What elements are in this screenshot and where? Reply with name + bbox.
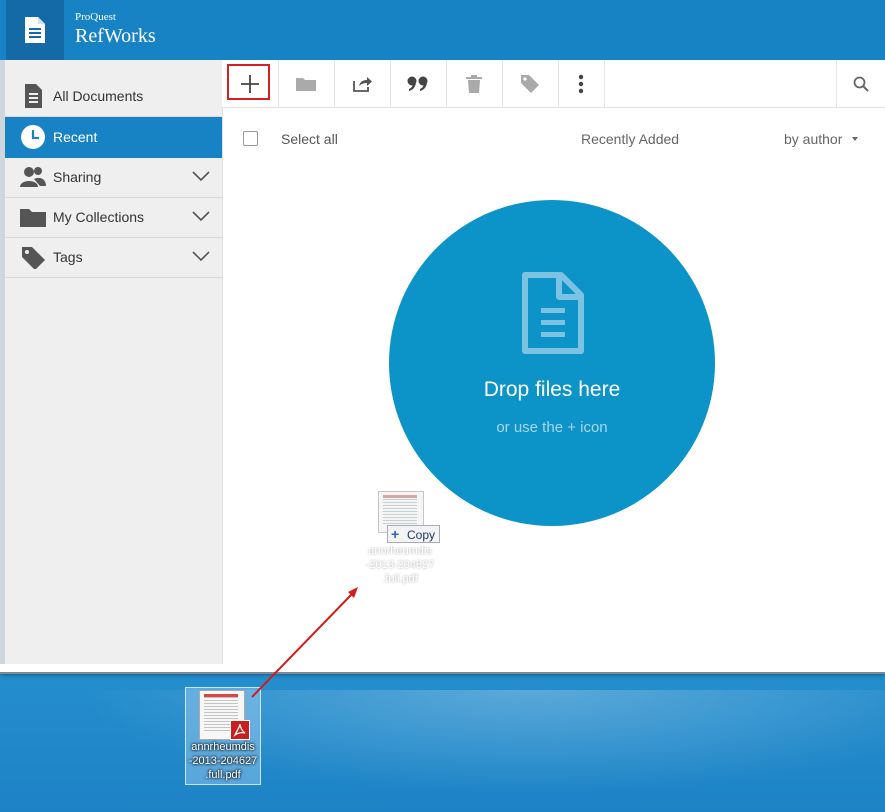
drag-arrow-annotation xyxy=(251,587,358,698)
